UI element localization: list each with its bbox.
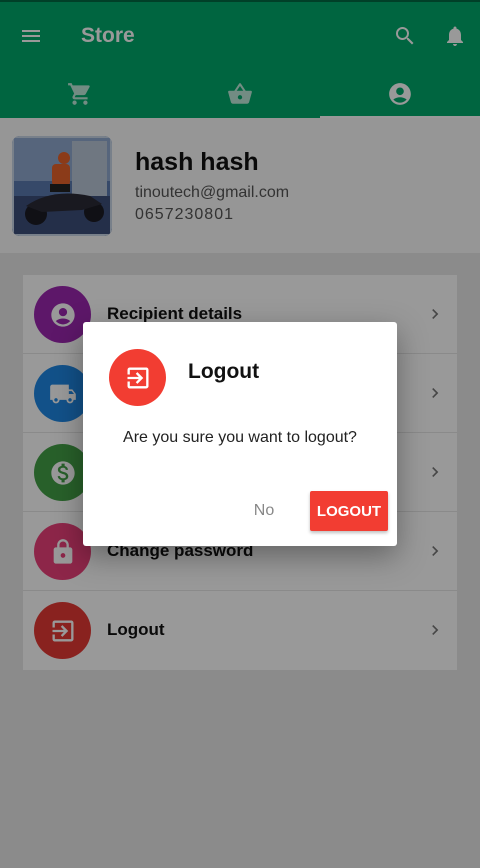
logout-icon: [109, 349, 166, 406]
logout-dialog: Logout Are you sure you want to logout? …: [83, 322, 397, 546]
cancel-button[interactable]: No: [243, 491, 285, 531]
dialog-message: Are you sure you want to logout?: [123, 429, 357, 446]
dialog-title: Logout: [188, 360, 260, 383]
confirm-logout-button[interactable]: LOGOUT: [310, 491, 388, 531]
